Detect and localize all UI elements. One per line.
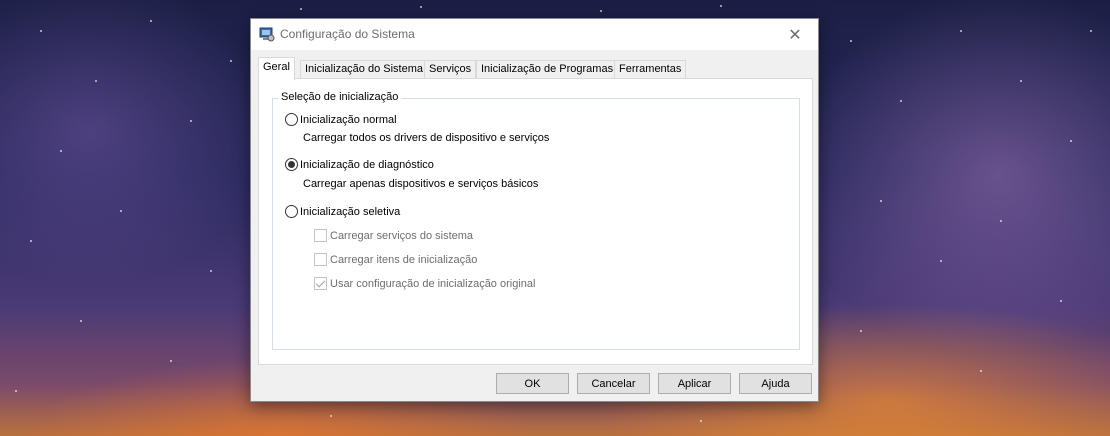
checkbox-load-startup-items-label: Carregar itens de inicialização <box>330 253 478 266</box>
radio-diagnostic-startup[interactable]: Inicialização de diagnóstico <box>285 158 434 171</box>
msconfig-icon <box>259 26 275 42</box>
tab-panel-geral: Seleção de inicialização Inicialização n… <box>258 78 813 365</box>
diagnostic-startup-description: Carregar apenas dispositivos e serviços … <box>303 178 539 190</box>
checkbox-use-original-boot-config-box[interactable] <box>314 277 327 290</box>
tab-servicos[interactable]: Serviços <box>424 60 477 79</box>
system-configuration-dialog: Configuração do Sistema ✕ Geral Iniciali… <box>250 18 819 402</box>
tab-inicializacao-de-programas[interactable]: Inicialização de Programas <box>476 60 619 79</box>
startup-selection-group: Seleção de inicialização Inicialização n… <box>272 91 800 350</box>
radio-diagnostic-label: Inicialização de diagnóstico <box>300 158 434 171</box>
checkbox-load-system-services-label: Carregar serviços do sistema <box>330 229 474 242</box>
group-legend: Seleção de inicialização <box>278 91 402 103</box>
radio-normal-startup[interactable]: Inicialização normal <box>285 113 397 126</box>
ok-button[interactable]: OK <box>496 373 569 394</box>
cancel-button[interactable]: Cancelar <box>577 373 650 394</box>
radio-normal-indicator[interactable] <box>285 113 298 126</box>
radio-normal-label: Inicialização normal <box>300 113 397 126</box>
title-bar[interactable]: Configuração do Sistema ✕ <box>251 19 818 50</box>
checkbox-load-startup-items-box[interactable] <box>314 253 327 266</box>
checkbox-load-system-services-box[interactable] <box>314 229 327 242</box>
checkbox-use-original-boot-config[interactable]: Usar configuração de inicialização origi… <box>314 277 535 290</box>
tab-ferramentas[interactable]: Ferramentas <box>614 60 687 79</box>
radio-selective-indicator[interactable] <box>285 205 298 218</box>
radio-selective-startup[interactable]: Inicialização seletiva <box>285 205 400 218</box>
tab-geral[interactable]: Geral <box>258 57 295 80</box>
checkbox-load-system-services[interactable]: Carregar serviços do sistema <box>314 229 473 242</box>
close-button[interactable]: ✕ <box>772 19 818 50</box>
help-button[interactable]: Ajuda <box>739 373 812 394</box>
radio-selective-label: Inicialização seletiva <box>300 205 401 218</box>
checkbox-use-original-boot-config-label: Usar configuração de inicialização origi… <box>330 277 536 290</box>
apply-button[interactable]: Aplicar <box>658 373 731 394</box>
tab-inicializacao-do-sistema[interactable]: Inicialização do Sistema <box>300 60 429 79</box>
window-title: Configuração do Sistema <box>280 27 415 41</box>
close-icon: ✕ <box>788 26 802 44</box>
radio-diagnostic-indicator[interactable] <box>285 158 298 171</box>
normal-startup-description: Carregar todos os drivers de dispositivo… <box>303 132 550 144</box>
checkbox-load-startup-items[interactable]: Carregar itens de inicialização <box>314 253 477 266</box>
